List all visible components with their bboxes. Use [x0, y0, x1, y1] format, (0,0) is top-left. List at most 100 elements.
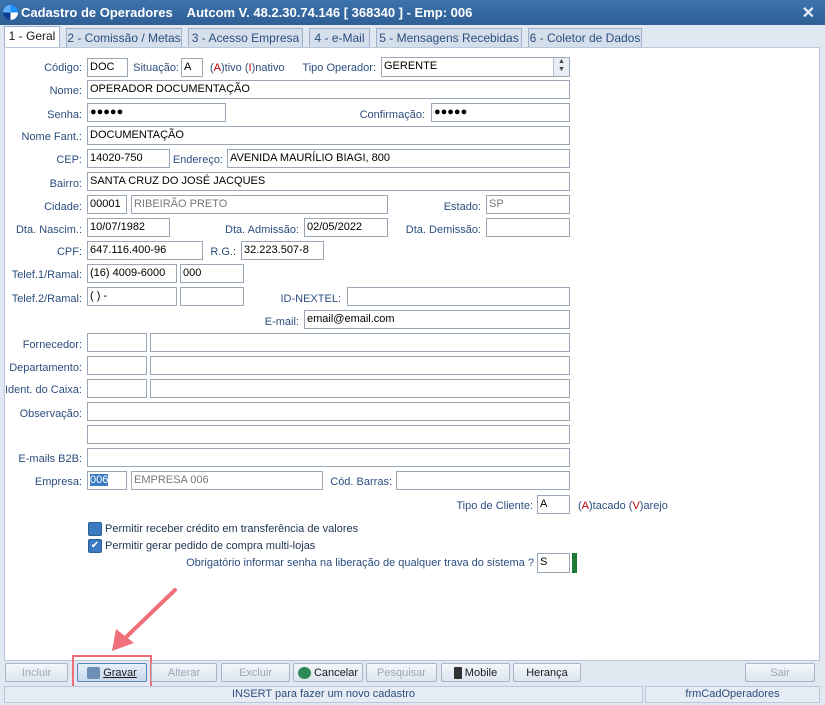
senha-input[interactable]: ●●●●●	[87, 103, 226, 122]
cpf-input[interactable]: 647.116.400-96	[87, 241, 203, 260]
telef2-input[interactable]: ( ) -	[87, 287, 177, 306]
empresa-label: Empresa:	[34, 476, 82, 488]
nome-input[interactable]: OPERADOR DOCUMENTAÇÃO	[87, 80, 570, 99]
tab-email[interactable]: 4 - e-Mail	[309, 28, 370, 47]
emails-b2b-input[interactable]	[87, 448, 570, 467]
dta-demissao-input[interactable]	[486, 218, 570, 237]
cep-input[interactable]: 14020-750	[87, 149, 170, 168]
dta-admissao-input[interactable]: 02/05/2022	[304, 218, 388, 237]
cod-barras-label: Cód. Barras:	[330, 476, 392, 488]
updown-arrows-icon[interactable]: ▲ ▼	[553, 58, 569, 76]
senha-trava-input[interactable]: S	[537, 553, 570, 573]
observacao-label: Observação:	[19, 408, 82, 420]
tab-comissao-metas[interactable]: 2 - Comissão / Metas	[66, 28, 182, 47]
incluir-button[interactable]: Incluir	[5, 663, 68, 682]
status-form-name: frmCadOperadores	[645, 686, 820, 703]
gravar-button[interactable]: Gravar	[77, 663, 147, 682]
cod-barras-input[interactable]	[396, 471, 570, 490]
confirmacao-label: Confirmação:	[359, 109, 425, 121]
tab-geral[interactable]: 1 - Geral	[4, 26, 60, 48]
dta-nascim-label: Dta. Nascim.:	[15, 224, 82, 236]
cancelar-button[interactable]: Cancelar	[293, 663, 363, 682]
ident-caixa-code-input[interactable]	[87, 379, 147, 398]
rg-input[interactable]: 32.223.507-8	[241, 241, 324, 260]
nome-fant-input[interactable]: DOCUMENTAÇÃO	[87, 126, 570, 145]
mobile-button[interactable]: Mobile	[441, 663, 510, 682]
bairro-input[interactable]: SANTA CRUZ DO JOSÉ JACQUES	[87, 172, 570, 191]
id-nextel-label: ID-NEXTEL:	[280, 293, 341, 305]
cidade-code-input[interactable]: 00001	[87, 195, 127, 214]
rg-label: R.G.:	[210, 246, 236, 258]
ramal2-input[interactable]	[180, 287, 244, 306]
bairro-label: Bairro:	[49, 178, 82, 190]
tipo-operador-value: GERENTE	[384, 60, 438, 72]
window-titlebar: Cadastro de Operadores Autcom V. 48.2.30…	[0, 0, 825, 25]
endereco-input[interactable]: AVENIDA MAURÍLIO BIAGI, 800	[227, 149, 570, 168]
empresa-code-selected: 006	[90, 474, 109, 486]
email-label: E-mail:	[264, 316, 299, 328]
senha-trava-label: Obrigatório informar senha na liberação …	[186, 557, 534, 569]
fornecedor-name-field	[150, 333, 570, 352]
ident-caixa-label: Ident. do Caixa:	[4, 384, 82, 396]
tab-coletor-dados[interactable]: 6 - Coletor de Dados	[528, 28, 642, 47]
departamento-code-input[interactable]	[87, 356, 147, 375]
situacao-hint: (A)tivo (I)nativo	[210, 62, 285, 74]
departamento-label: Departamento:	[9, 362, 82, 374]
green-marker	[572, 553, 577, 573]
confirmacao-input[interactable]: ●●●●●	[431, 103, 570, 122]
empresa-name-field: EMPRESA 006	[131, 471, 323, 490]
nome-fant-label: Nome Fant.:	[21, 131, 82, 143]
alterar-button[interactable]: Alterar	[151, 663, 217, 682]
estado-field: SP	[486, 195, 570, 214]
fornecedor-label: Fornecedor:	[22, 339, 82, 351]
heranca-button[interactable]: Herança	[513, 663, 581, 682]
multilojas-checkbox[interactable]: ✔	[88, 539, 102, 553]
cep-label: CEP:	[56, 154, 82, 166]
nome-label: Nome:	[49, 85, 82, 97]
app-logo-icon	[3, 5, 18, 20]
fornecedor-code-input[interactable]	[87, 333, 147, 352]
senha-label: Senha:	[47, 109, 82, 121]
credito-checkbox-label[interactable]: Permitir receber crédito em transferênci…	[105, 523, 358, 535]
sair-button[interactable]: Sair	[745, 663, 815, 682]
codigo-label: Código:	[44, 62, 82, 74]
multilojas-checkbox-label[interactable]: Permitir gerar pedido de compra multi-lo…	[105, 540, 315, 552]
endereco-label: Endereço:	[172, 154, 223, 166]
save-icon	[87, 667, 101, 680]
id-nextel-input[interactable]	[347, 287, 570, 306]
emails-b2b-label: E-mails B2B:	[18, 453, 82, 465]
empresa-code-input[interactable]: 006	[87, 471, 127, 490]
situacao-label: Situação:	[133, 62, 179, 74]
dta-nascim-input[interactable]: 10/07/1982	[87, 218, 170, 237]
excluir-button[interactable]: Excluir	[221, 663, 290, 682]
cancel-icon	[297, 667, 311, 680]
estado-label: Estado:	[443, 201, 481, 213]
pesquisar-button[interactable]: Pesquisar	[366, 663, 437, 682]
tipo-cliente-input[interactable]: A	[537, 495, 570, 514]
email-input[interactable]: email@email.com	[304, 310, 570, 329]
mobile-label: Mobile	[464, 667, 498, 679]
cidade-name-field: RIBEIRÃO PRETO	[131, 195, 388, 214]
cidade-label: Cidade:	[44, 201, 82, 213]
ramal1-input[interactable]: 000	[180, 264, 244, 283]
tab-mensagens-recebidas[interactable]: 5 - Mensagens Recebidas	[376, 28, 522, 47]
telef1-input[interactable]: (16) 4009-6000	[87, 264, 177, 283]
observacao-input-1[interactable]	[87, 402, 570, 421]
mobile-phone-icon	[453, 667, 462, 680]
telef2-label: Telef.2/Ramal:	[11, 293, 82, 305]
tipo-cliente-hint: (A)tacado (V)arejo	[578, 500, 668, 512]
observacao-input-2[interactable]	[87, 425, 570, 444]
situacao-input[interactable]: A	[181, 58, 203, 77]
close-icon[interactable]: ✕	[802, 3, 815, 23]
credito-checkbox[interactable]	[88, 522, 102, 536]
codigo-input[interactable]: DOC	[87, 58, 128, 77]
telef1-label: Telef.1/Ramal:	[11, 269, 82, 281]
window-title: Cadastro de Operadores Autcom V. 48.2.30…	[21, 5, 473, 20]
cancelar-label: Cancelar	[313, 667, 359, 679]
tipo-operador-select[interactable]: GERENTE ▲ ▼	[381, 57, 570, 77]
tab-acesso-empresa[interactable]: 3 - Acesso Empresa	[188, 28, 303, 47]
checkmark-icon: ✔	[90, 540, 100, 551]
annotation-arrow-icon	[112, 588, 177, 651]
departamento-name-field	[150, 356, 570, 375]
cpf-label: CPF:	[56, 246, 82, 258]
